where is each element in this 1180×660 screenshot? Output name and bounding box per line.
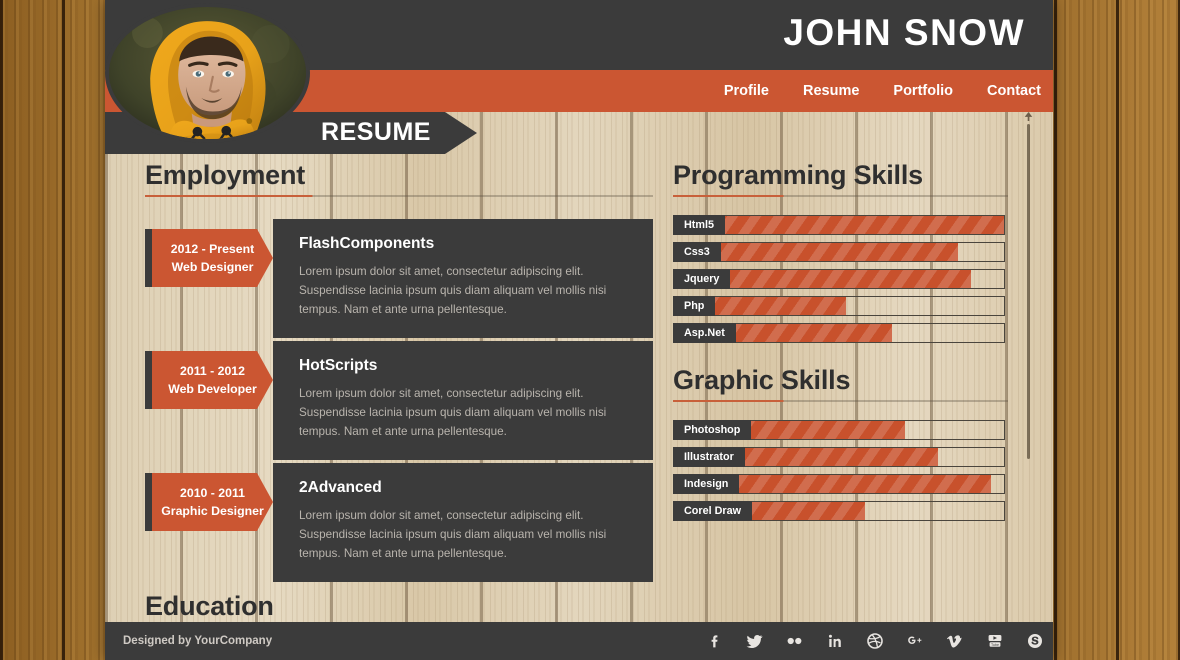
skill-row: Asp.Net [673,323,1008,343]
skill-label: Css3 [673,242,721,262]
heading-rule [673,195,1008,197]
googleplus-icon[interactable] [906,633,923,650]
job-description: Lorem ipsum dolor sit amet, consectetur … [299,387,607,438]
skill-row: Illustrator [673,447,1008,467]
job-role: Web Designer [171,260,254,274]
skill-row: Corel Draw [673,501,1008,521]
scroll-up-arrow-icon[interactable] [1024,112,1033,121]
skill-row: Photoshop [673,420,1008,440]
youtube-icon[interactable]: Tube [986,633,1003,650]
linkedin-icon[interactable] [826,633,843,650]
job-date-tag: 2012 - Present Web Designer [145,229,273,287]
skills-column: Programming Skills Html5 Css3 Jquery Php Asp… [673,160,1008,528]
resume-page-container: JOHN SNOW Profile Resume Portfolio Conta… [105,0,1053,660]
nav-item-portfolio[interactable]: Portfolio [893,83,953,99]
job-details: 2Advanced Lorem ipsum dolor sit amet, co… [273,463,653,582]
job-role: Graphic Designer [161,504,264,518]
avatar-photo-icon [109,7,306,139]
employment-column: Employment 2012 - Present Web Designer F… [145,160,653,628]
job-date-tag: 2011 - 2012 Web Developer [145,351,273,409]
job-years: 2010 - 2011 [180,486,245,500]
graphic-skills-list: Photoshop Illustrator Indesign Corel Draw [673,420,1008,521]
skill-label: Jquery [673,269,731,289]
job-description: Lorem ipsum dolor sit amet, consectetur … [299,265,607,316]
heading-rule [673,400,1008,402]
nav-list: Profile Resume Portfolio Contact [724,70,1041,112]
nav-item-resume[interactable]: Resume [803,83,859,99]
dribbble-icon[interactable] [866,633,883,650]
facebook-icon[interactable] [706,633,723,650]
footer-bar: Designed by YourCompany Tube [105,622,1053,660]
nav-item-profile[interactable]: Profile [724,83,769,99]
job-company: HotScripts [299,357,378,374]
nav-item-contact[interactable]: Contact [987,83,1041,99]
footer-credit: Designed by YourCompany [123,635,273,647]
job-company: FlashComponents [299,235,435,252]
skill-label: Illustrator [673,447,745,467]
skill-row: Php [673,296,1008,316]
vertical-scrollbar[interactable] [1023,112,1034,464]
job-date-tag: 2010 - 2011 Graphic Designer [145,473,273,531]
job-entry: 2011 - 2012 Web Developer HotScripts Lor… [145,341,653,460]
programming-skills-list: Html5 Css3 Jquery Php Asp.Net [673,215,1008,343]
skill-row: Html5 [673,215,1008,235]
job-role: Web Developer [168,382,257,396]
skill-label: Asp.Net [673,323,736,343]
skill-track [673,242,1005,262]
job-details: FlashComponents Lorem ipsum dolor sit am… [273,219,653,338]
education-heading: Education [145,591,274,621]
skill-row: Jquery [673,269,1008,289]
programming-skills-heading: Programming Skills [673,160,923,190]
skill-label: Photoshop [673,420,752,440]
skill-label: Html5 [673,215,725,235]
job-entry: 2012 - Present Web Designer FlashCompone… [145,219,653,338]
avatar [105,3,310,143]
svg-text:Tube: Tube [990,643,998,647]
job-years: 2011 - 2012 [180,364,245,378]
skill-track [673,296,1005,316]
graphic-skills-heading: Graphic Skills [673,365,851,395]
skill-row: Indesign [673,474,1008,494]
job-description: Lorem ipsum dolor sit amet, consectetur … [299,509,607,560]
heading-rule [145,195,653,197]
social-links: Tube [706,633,1043,650]
skill-row: Css3 [673,242,1008,262]
job-company: 2Advanced [299,479,382,496]
job-entry: 2010 - 2011 Graphic Designer 2Advanced L… [145,463,653,582]
job-years: 2012 - Present [170,242,255,256]
twitter-icon[interactable] [746,633,763,650]
employment-heading: Employment [145,160,306,190]
scrollbar-thumb[interactable] [1027,124,1030,459]
job-details: HotScripts Lorem ipsum dolor sit amet, c… [273,341,653,460]
skill-label: Php [673,296,716,316]
vimeo-icon[interactable] [946,633,963,650]
flickr-icon[interactable] [786,633,803,650]
page-title: JOHN SNOW [783,12,1025,53]
page-badge-label: RESUME [321,118,431,146]
skill-label: Indesign [673,474,740,494]
skype-icon[interactable] [1026,633,1043,650]
skill-label: Corel Draw [673,501,752,521]
